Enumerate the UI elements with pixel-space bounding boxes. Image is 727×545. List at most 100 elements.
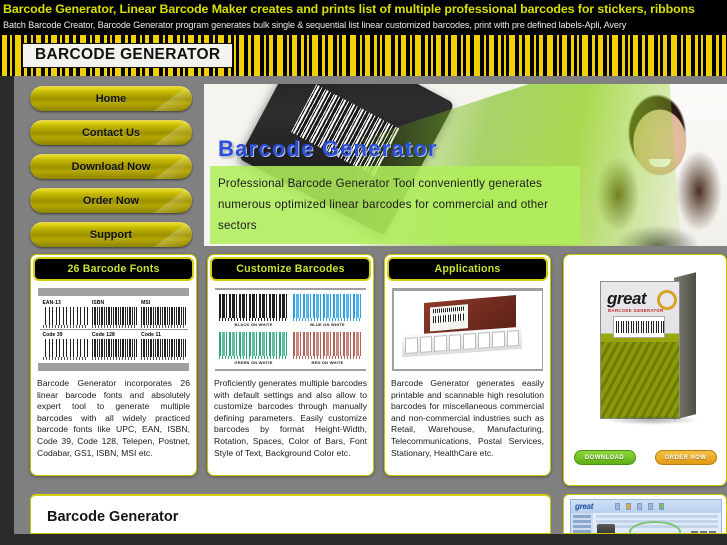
toolbar-icon-2 xyxy=(626,503,632,510)
order-now-button[interactable]: ORDER NOW xyxy=(654,450,717,465)
toolbar-icon-3 xyxy=(637,503,643,510)
panel-body-3: Barcode Generator generates easily print… xyxy=(385,375,550,475)
panel-body-2: Proficiently generates multiple barcodes… xyxy=(208,375,373,475)
site-header: BARCODE GENERATOR xyxy=(0,35,727,76)
bars-code11-icon xyxy=(141,339,187,357)
bars-msi-icon xyxy=(141,307,187,325)
nav-label-download-now: Download Now xyxy=(71,160,151,173)
panel-text-3: Barcode Generator generates easily print… xyxy=(391,378,544,458)
panel-title-2: Customize Barcodes xyxy=(236,263,345,275)
screenshot-button xyxy=(709,531,716,533)
bars-green-icon xyxy=(219,332,288,356)
barcode-font-row: EAN-13 ISBN MSI xyxy=(39,298,188,330)
panel-body-1: Barcode Generator incorporates 26 linear… xyxy=(31,375,196,475)
panel-applications: Applications Barcode Generator generates… xyxy=(384,254,551,476)
bars-blue-icon xyxy=(293,294,362,318)
bars-ean13-icon xyxy=(42,307,88,325)
nav-item-home[interactable]: Home xyxy=(30,86,192,111)
bars-digits-4 xyxy=(42,357,88,360)
sidebar-line xyxy=(573,520,591,523)
barcode-font-cell: ISBN xyxy=(89,298,138,329)
app-screenshot-thumbnail[interactable]: great xyxy=(570,499,722,533)
label-barcode-icon xyxy=(432,312,465,323)
screenshot-button xyxy=(700,531,707,533)
panel-image-2: BLACK ON WHITE BLUE ON WHITE GREEN ON WH xyxy=(215,288,366,371)
label-cell xyxy=(462,332,475,350)
barcode-font-row: Code 39 Code 128 Code 11 xyxy=(40,330,188,361)
content-area: Home Contact Us Download Now Order Now S… xyxy=(14,76,727,534)
sidebar-line xyxy=(573,515,591,518)
nav-item-contact-us[interactable]: Contact Us xyxy=(30,120,192,145)
seo-text-band: Barcode Generator, Linear Barcode Maker … xyxy=(0,0,727,35)
feature-panels: 26 Barcode Fonts EAN-13 ISBN MSI Code 39… xyxy=(30,254,551,486)
site-title: BARCODE GENERATOR xyxy=(35,46,221,63)
panel-customize-barcodes: Customize Barcodes BLACK ON WHITE BLUE O… xyxy=(207,254,374,476)
panel-header-2: Customize Barcodes xyxy=(210,257,371,281)
bars-red-icon xyxy=(293,332,362,356)
color-barcode-cell: RED ON WHITE xyxy=(292,331,363,366)
label-cell xyxy=(491,330,504,348)
panel-title-1: 26 Barcode Fonts xyxy=(67,263,160,275)
toolbar-icon-4 xyxy=(648,503,654,510)
panel-header-1: 26 Barcode Fonts xyxy=(33,257,194,281)
label-cell xyxy=(477,331,490,349)
seo-headline: Barcode Generator, Linear Barcode Maker … xyxy=(3,2,695,16)
sidebar-line xyxy=(573,525,591,528)
nav-item-download-now[interactable]: Download Now xyxy=(30,154,192,179)
screenshot-button xyxy=(691,531,698,533)
box-brand-text: great xyxy=(607,289,647,308)
product-box-image: great BARCODE GENERATOR xyxy=(600,269,700,425)
label-cell xyxy=(433,334,446,352)
product-buttons: DOWNLOAD ORDER NOW xyxy=(564,450,726,465)
bottom-screenshot-panel: great xyxy=(563,494,727,534)
box-front: great BARCODE GENERATOR xyxy=(600,281,680,419)
font-name-msi: MSI xyxy=(141,300,151,306)
box-shadow xyxy=(604,415,700,425)
bottom-section-title: Barcode Generator xyxy=(47,509,179,525)
color-label-black: BLACK ON WHITE xyxy=(234,322,273,327)
bars-isbn-icon xyxy=(91,307,138,325)
shipping-label-icon xyxy=(429,303,468,331)
application-photo xyxy=(393,290,542,369)
screenshot-toolbar-icons xyxy=(615,503,665,510)
font-name-isbn: ISBN xyxy=(91,300,105,306)
bars-digits-3 xyxy=(141,325,187,328)
box-subtitle-text: BARCODE GENERATOR xyxy=(608,308,664,313)
font-name-code128: Code 128 xyxy=(91,332,115,338)
toolbar-icon-5 xyxy=(659,503,665,510)
color-barcode-cell: GREEN ON WHITE xyxy=(218,331,289,366)
banner-description: Professional Barcode Generator Tool conv… xyxy=(218,177,549,232)
label-sheet-shape xyxy=(401,326,522,357)
smile-shape xyxy=(648,158,671,167)
font-name-code39: Code 39 xyxy=(42,332,63,338)
nav-item-support[interactable]: Support xyxy=(30,222,192,247)
color-label-green: GREEN ON WHITE xyxy=(234,360,273,365)
color-label-blue: BLUE ON WHITE xyxy=(310,322,345,327)
barcode-font-grid: EAN-13 ISBN MSI Code 39 Code 128 Code 11 xyxy=(38,296,189,363)
page-body: Home Contact Us Download Now Order Now S… xyxy=(0,76,727,534)
panel-image-1: EAN-13 ISBN MSI Code 39 Code 128 Code 11 xyxy=(38,288,189,371)
nav-item-order-now[interactable]: Order Now xyxy=(30,188,192,213)
screenshot-toolbar: great xyxy=(571,500,721,513)
bars-digits-5 xyxy=(91,357,138,360)
label-cell xyxy=(419,335,432,353)
toolbar-icon-1 xyxy=(615,503,621,510)
font-name-ean13: EAN-13 xyxy=(42,300,61,306)
page-root: Barcode Generator, Linear Barcode Maker … xyxy=(0,0,727,545)
bottom-content-section: Barcode Generator xyxy=(30,494,551,534)
label-cell xyxy=(448,333,461,351)
printer-icon xyxy=(597,524,615,533)
tag-barcode-icon xyxy=(291,84,400,177)
main-line xyxy=(596,515,718,518)
bars-digits-green xyxy=(219,356,288,359)
bars-digits-blue xyxy=(293,318,362,321)
bars-digits-black xyxy=(219,318,288,321)
bars-black-icon xyxy=(219,294,288,318)
download-button[interactable]: DOWNLOAD xyxy=(573,450,636,465)
panel-barcode-fonts: 26 Barcode Fonts EAN-13 ISBN MSI Code 39… xyxy=(30,254,197,476)
font-name-code11: Code 11 xyxy=(141,332,162,338)
gold-loop-icon xyxy=(657,290,677,310)
banner-text-box: Professional Barcode Generator Tool conv… xyxy=(210,166,580,244)
seo-subline: Batch Barcode Creator, Barcode Generator… xyxy=(3,20,627,30)
hero-banner: Barcode Generator Professional Barcode G… xyxy=(204,84,727,246)
